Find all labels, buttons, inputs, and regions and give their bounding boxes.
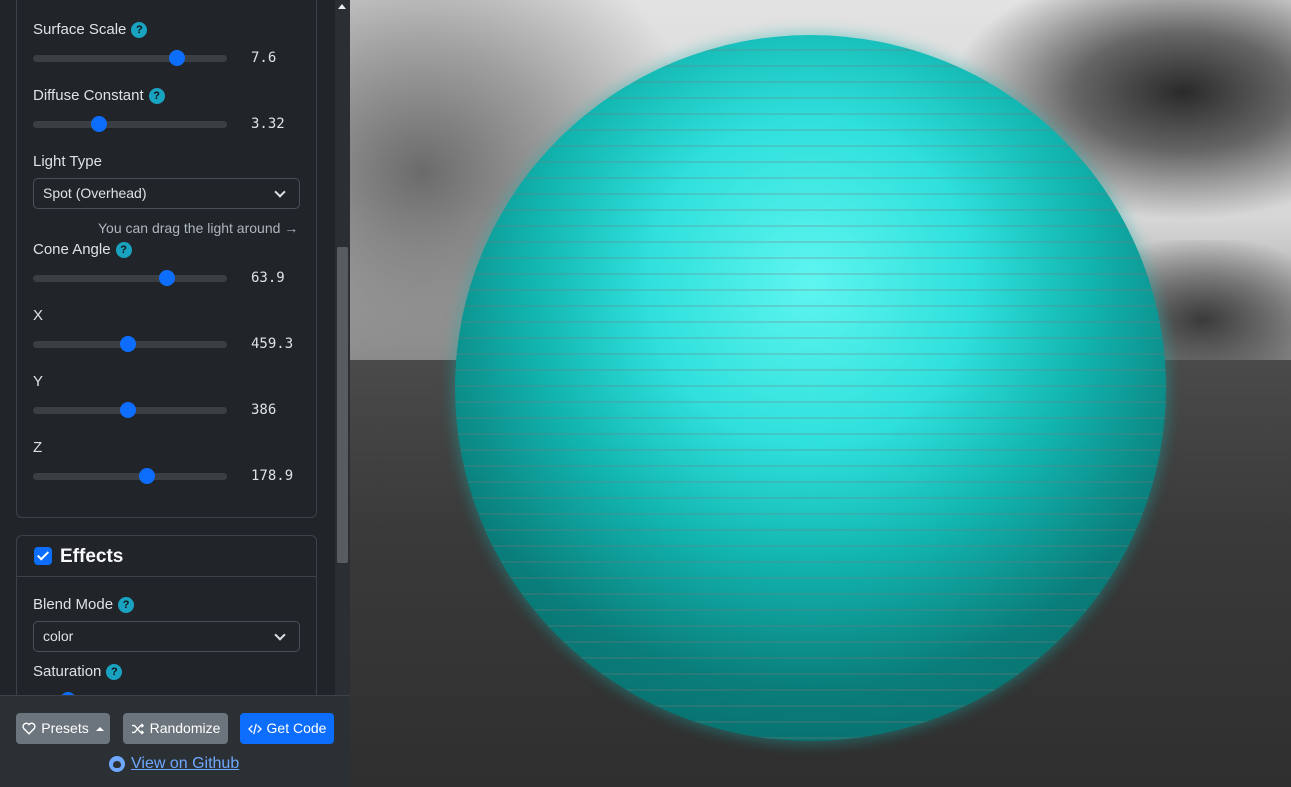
github-link[interactable]: View on Github [109, 755, 239, 773]
chevron-down-icon [274, 186, 286, 198]
blend-mode-label: Blend Mode ? [33, 595, 135, 615]
z-slider[interactable] [33, 468, 227, 484]
y-label: Y [33, 373, 44, 390]
surface-scale-slider[interactable] [33, 50, 227, 66]
y-value: 386 [251, 402, 277, 418]
slider-thumb[interactable] [120, 336, 137, 352]
diffuse-constant-label: Diffuse Constant ? [33, 86, 165, 106]
controls-scroll-area[interactable]: Surface Scale ? 7.6 Diffuse Constant ? 3… [0, 0, 335, 695]
shuffle-icon [131, 722, 144, 735]
help-icon[interactable]: ? [106, 664, 123, 680]
light-type-label: Light Type [33, 153, 102, 170]
saturation-label: Saturation ? [33, 662, 123, 682]
caret-up-icon [95, 726, 104, 731]
sidebar-footer: Presets Randomize Get Code View on Githu… [0, 695, 350, 787]
cone-angle-value: 63.9 [251, 270, 285, 286]
help-icon[interactable]: ? [118, 597, 135, 613]
card-header-divider [17, 576, 316, 577]
github-icon [109, 756, 125, 772]
effects-checkbox[interactable] [34, 547, 52, 565]
x-slider[interactable] [33, 336, 227, 352]
help-icon[interactable]: ? [148, 88, 165, 104]
sidebar-scrollbar[interactable] [335, 0, 350, 695]
scrollbar-thumb[interactable] [337, 247, 348, 563]
lighting-preview-canvas[interactable] [350, 0, 1291, 787]
light-type-select[interactable]: Spot (Overhead) [33, 178, 300, 209]
scroll-up-arrow-icon[interactable] [338, 4, 346, 9]
drag-light-hint: You can drag the light around → [98, 220, 299, 236]
diffuse-constant-slider[interactable] [33, 116, 227, 132]
slider-thumb[interactable] [120, 402, 137, 418]
y-slider[interactable] [33, 402, 227, 418]
slider-thumb[interactable] [90, 116, 107, 132]
effects-title: Effects [60, 546, 124, 567]
x-value: 459.3 [251, 336, 294, 352]
surface-scale-label: Surface Scale ? [33, 20, 148, 40]
diffuse-constant-value: 3.32 [251, 116, 285, 132]
light-type-selected: Spot (Overhead) [43, 185, 147, 201]
chevron-down-icon [274, 629, 286, 641]
help-icon[interactable]: ? [115, 242, 132, 258]
cone-angle-label: Cone Angle ? [33, 240, 132, 260]
surface-scale-value: 7.6 [251, 50, 277, 66]
code-icon [247, 723, 262, 734]
control-sidebar: Surface Scale ? 7.6 Diffuse Constant ? 3… [0, 0, 350, 787]
slider-thumb[interactable] [168, 50, 185, 66]
z-label: Z [33, 439, 43, 456]
cone-angle-slider[interactable] [33, 270, 227, 286]
spotlight-scanlines [455, 35, 1166, 741]
help-icon[interactable]: ? [131, 22, 148, 38]
z-value: 178.9 [251, 468, 294, 484]
x-label: X [33, 307, 44, 324]
presets-button[interactable]: Presets [16, 713, 110, 744]
slider-thumb[interactable] [158, 270, 175, 286]
blend-mode-select[interactable]: color [33, 621, 300, 652]
blend-mode-selected: color [43, 628, 74, 644]
randomize-button[interactable]: Randomize [123, 713, 228, 744]
heart-icon [22, 722, 36, 735]
get-code-button[interactable]: Get Code [240, 713, 334, 744]
